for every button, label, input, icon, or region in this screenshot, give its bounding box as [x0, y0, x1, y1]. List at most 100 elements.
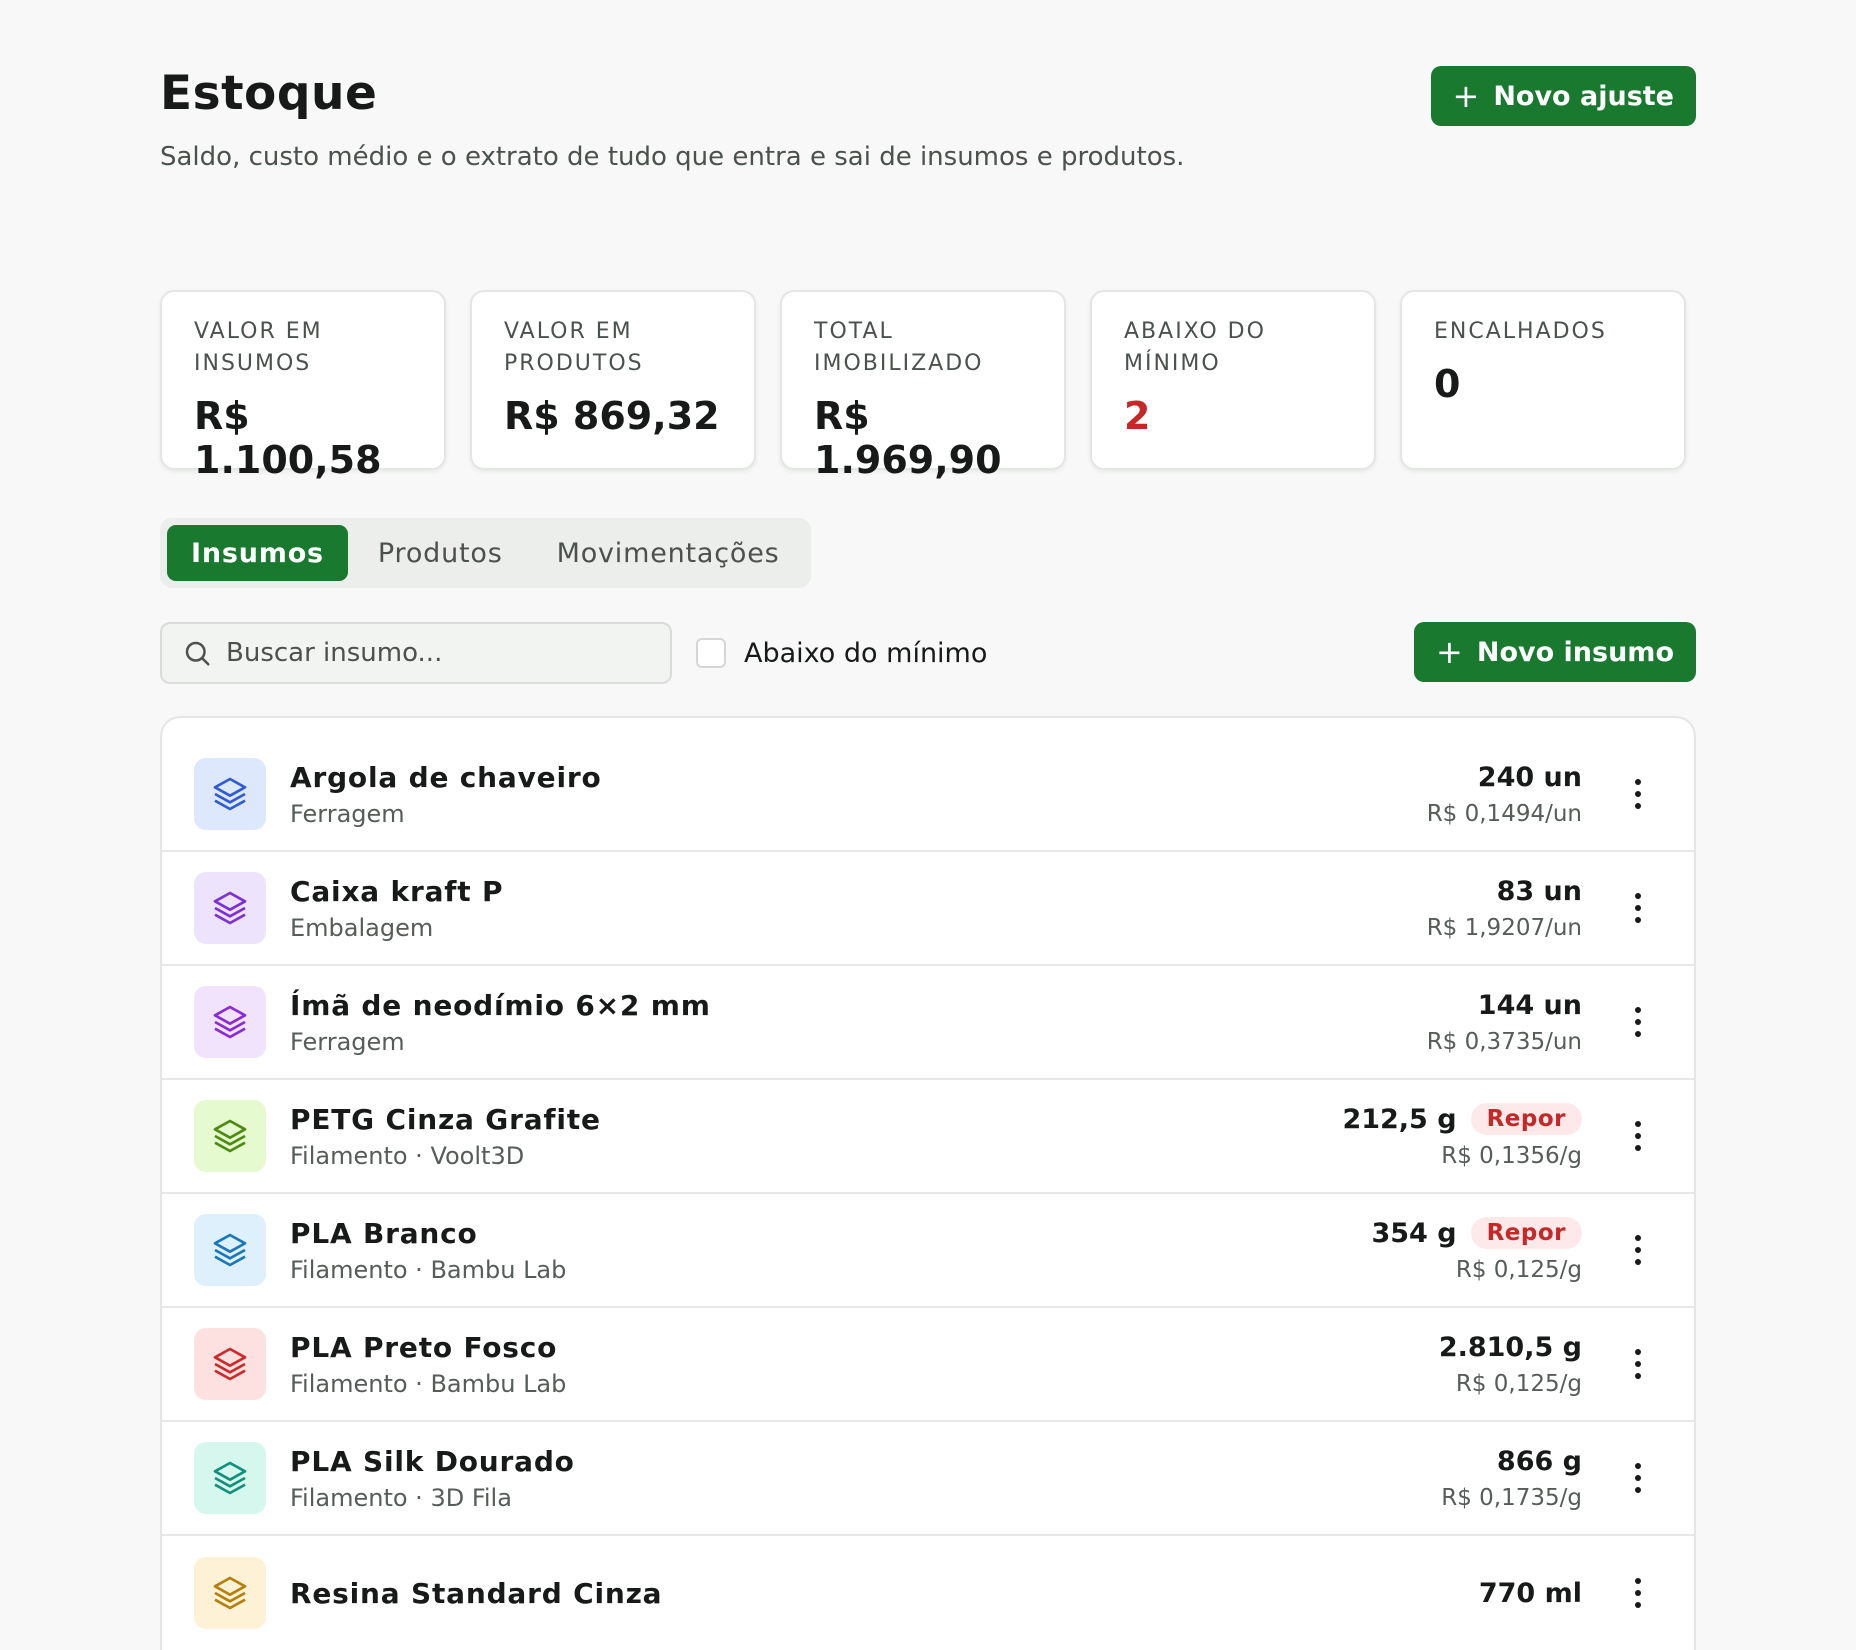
more-options-icon[interactable] — [1632, 893, 1644, 923]
below-min-label: Abaixo do mínimo — [744, 637, 988, 669]
item-icon — [194, 1557, 266, 1629]
item-stock: 83 un R$ 1,9207/un — [1427, 876, 1582, 941]
item-text: Ímã de neodímio 6×2 mm Ferragem — [290, 989, 711, 1056]
layers-icon — [213, 1233, 247, 1267]
item-text: Argola de chaveiro Ferragem — [290, 761, 602, 828]
item-quantity: 354 g — [1371, 1217, 1457, 1249]
item-category: Embalagem — [290, 913, 434, 942]
qty-line: 144 un — [1427, 990, 1582, 1021]
below-min-checkbox[interactable] — [696, 638, 726, 668]
item-quantity: 212,5 g — [1342, 1103, 1457, 1135]
kpi-card: ABAIXO DO MÍNIMO 2 — [1090, 290, 1376, 470]
layers-icon — [213, 891, 247, 925]
more-options-icon[interactable] — [1632, 1349, 1644, 1379]
new-adjust-label: Novo ajuste — [1493, 80, 1674, 112]
item-name: PLA Silk Dourado — [290, 1444, 575, 1478]
more-options-icon[interactable] — [1632, 779, 1644, 809]
item-category: Filamento · Bambu Lab — [290, 1255, 567, 1284]
restock-badge: Repor — [1470, 1217, 1582, 1249]
list-item[interactable]: Argola de chaveiro Ferragem 240 un R$ 0,… — [162, 738, 1694, 852]
item-unit-cost: R$ 0,1494/un — [1426, 800, 1582, 827]
item-name: Argola de chaveiro — [290, 760, 602, 794]
item-unit-cost: R$ 0,125/g — [1455, 1257, 1582, 1283]
item-unit-cost: R$ 0,1735/g — [1441, 1484, 1582, 1511]
layers-icon — [213, 1576, 247, 1610]
kpi-value: R$ 1.100,58 — [194, 394, 382, 482]
plus-icon: + — [1452, 77, 1480, 115]
list-item[interactable]: PLA Preto Fosco Filamento · Bambu Lab 2.… — [162, 1308, 1694, 1422]
more-options-icon[interactable] — [1632, 1235, 1644, 1265]
item-stock: 770 ml — [1479, 1578, 1582, 1609]
tab-bar: Insumos Produtos Movimentações — [160, 518, 811, 588]
item-icon — [194, 758, 266, 830]
item-category: Ferragem — [290, 799, 405, 828]
list-item[interactable]: PLA Branco Filamento · Bambu Lab 354 g R… — [162, 1194, 1694, 1308]
item-text: Resina Standard Cinza — [290, 1577, 662, 1610]
search-box — [160, 622, 672, 684]
item-quantity: 770 ml — [1478, 1577, 1582, 1609]
item-text: PLA Silk Dourado Filamento · 3D Fila — [290, 1445, 575, 1512]
kpi-label: VALOR EM PRODUTOS — [504, 319, 644, 376]
kpi-label: ENCALHADOS — [1434, 319, 1607, 344]
item-category: Filamento · 3D Fila — [290, 1483, 512, 1512]
item-text: PLA Preto Fosco Filamento · Bambu Lab — [290, 1331, 566, 1398]
item-quantity: 83 un — [1496, 875, 1582, 907]
filter-bar: Abaixo do mínimo + Novo insumo — [160, 622, 1696, 684]
estoque-page: Estoque Saldo, custo médio e o extrato d… — [160, 66, 1696, 1650]
item-unit-cost: R$ 1,9207/un — [1426, 914, 1582, 941]
item-unit-cost: R$ 0,1356/g — [1441, 1143, 1582, 1169]
tab-insumos[interactable]: Insumos — [167, 525, 348, 581]
item-name: PLA Branco — [290, 1216, 478, 1250]
list-item[interactable]: PETG Cinza Grafite Filamento · Voolt3D 2… — [162, 1080, 1694, 1194]
new-adjust-button[interactable]: + Novo ajuste — [1430, 66, 1696, 126]
item-quantity: 2.810,5 g — [1438, 1331, 1582, 1363]
list-item[interactable]: PLA Silk Dourado Filamento · 3D Fila 866… — [162, 1422, 1694, 1536]
item-quantity: 240 un — [1477, 761, 1582, 793]
item-stock: 354 g Repor R$ 0,125/g — [1371, 1217, 1582, 1283]
qty-line: 240 un — [1427, 762, 1582, 793]
item-stock: 2.810,5 g R$ 0,125/g — [1439, 1332, 1582, 1397]
search-input[interactable] — [226, 638, 666, 668]
page-header: Estoque Saldo, custo médio e o extrato d… — [160, 66, 1696, 186]
page-subtitle: Saldo, custo médio e o extrato de tudo q… — [160, 142, 1185, 172]
item-name: Caixa kraft P — [290, 874, 504, 908]
below-min-filter[interactable]: Abaixo do mínimo — [696, 638, 987, 669]
tab-produtos[interactable]: Produtos — [354, 525, 527, 581]
kpi-label: ABAIXO DO MÍNIMO — [1124, 319, 1266, 376]
item-icon — [194, 1214, 266, 1286]
kpi-card: VALOR EM PRODUTOS R$ 869,32 — [470, 290, 756, 470]
item-stock: 240 un R$ 0,1494/un — [1427, 762, 1582, 827]
layers-icon — [213, 1119, 247, 1153]
item-stock: 144 un R$ 0,3735/un — [1427, 990, 1582, 1055]
list-item[interactable]: Caixa kraft P Embalagem 83 un R$ 1,9207/… — [162, 852, 1694, 966]
item-quantity: 866 g — [1496, 1445, 1582, 1477]
item-category: Filamento · Voolt3D — [290, 1141, 525, 1170]
qty-line: 2.810,5 g — [1439, 1332, 1582, 1363]
item-icon — [194, 872, 266, 944]
more-options-icon[interactable] — [1632, 1578, 1644, 1608]
item-text: PLA Branco Filamento · Bambu Lab — [290, 1217, 566, 1284]
kpi-card: TOTAL IMOBILIZADO R$ 1.969,90 — [780, 290, 1066, 482]
qty-line: 866 g — [1441, 1446, 1582, 1477]
new-item-label: Novo insumo — [1476, 636, 1674, 668]
kpi-card: VALOR EM INSUMOS R$ 1.100,58 — [160, 290, 446, 482]
more-options-icon[interactable] — [1632, 1463, 1644, 1493]
kpi-label: VALOR EM INSUMOS — [194, 319, 323, 376]
new-item-button[interactable]: + Novo insumo — [1414, 622, 1696, 682]
item-name: PLA Preto Fosco — [290, 1330, 558, 1364]
more-options-icon[interactable] — [1632, 1121, 1644, 1151]
list-item[interactable]: Resina Standard Cinza 770 ml — [162, 1536, 1694, 1650]
qty-line: 354 g Repor — [1371, 1217, 1582, 1249]
layers-icon — [213, 777, 247, 811]
restock-badge: Repor — [1470, 1103, 1582, 1135]
kpi-value: 2 — [1124, 394, 1151, 438]
item-stock: 212,5 g Repor R$ 0,1356/g — [1342, 1103, 1582, 1169]
item-icon — [194, 986, 266, 1058]
more-options-icon[interactable] — [1632, 1007, 1644, 1037]
item-icon — [194, 1328, 266, 1400]
item-icon — [194, 1442, 266, 1514]
tab-movimentacoes[interactable]: Movimentações — [533, 525, 804, 581]
list-item[interactable]: Ímã de neodímio 6×2 mm Ferragem 144 un R… — [162, 966, 1694, 1080]
item-name: Resina Standard Cinza — [290, 1576, 663, 1610]
qty-line: 770 ml — [1479, 1578, 1582, 1609]
